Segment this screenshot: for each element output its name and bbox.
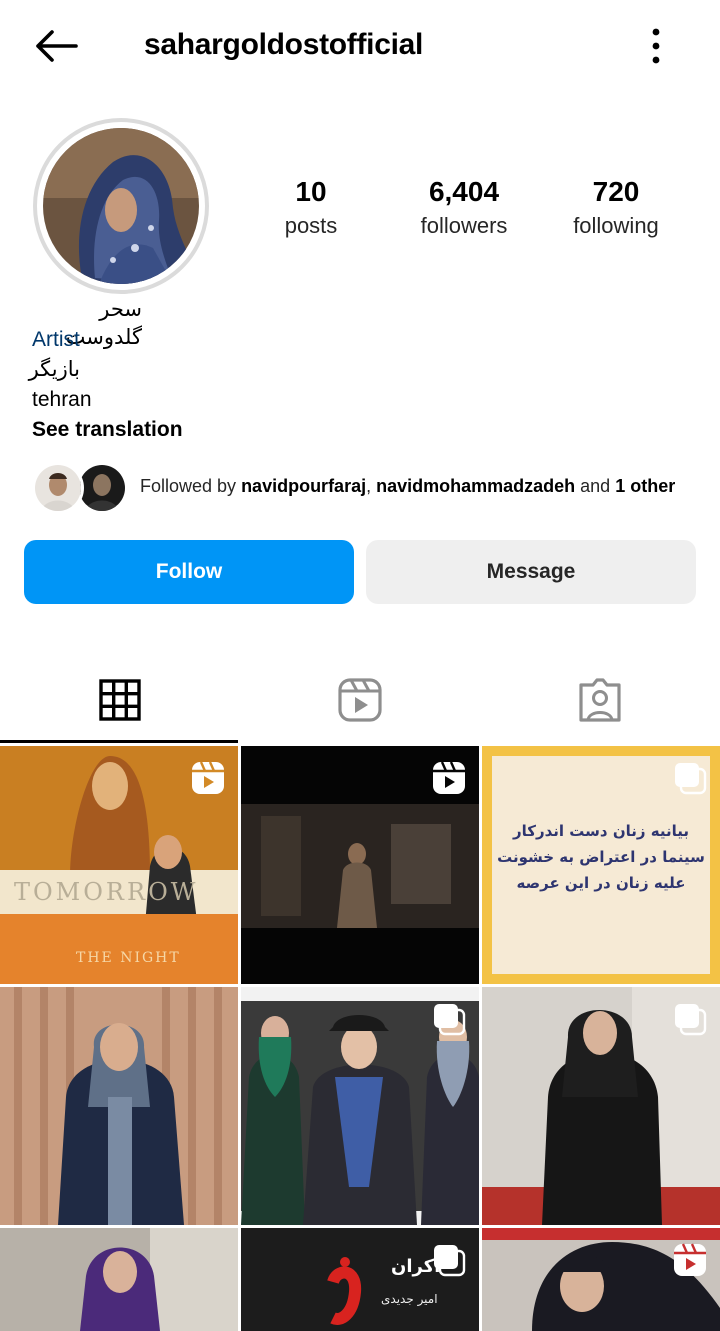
posts-count: 10 [295,176,327,207]
profile-avatar-ring[interactable] [33,118,209,294]
following-count: 720 [592,176,640,207]
tagged-icon [579,678,621,722]
followers-count: 6,404 [428,176,500,207]
follower-avatar [32,462,84,514]
followed-by-and: and [575,476,616,496]
post-overlay-title: TOMORROW [14,878,199,906]
post-tile[interactable]: بیانیه زنان دست اندرکار سینما در اعتراض … [482,746,720,984]
post-tile[interactable] [482,987,720,1225]
carousel-icon [434,1245,466,1277]
bio-location: tehran [32,388,92,411]
profile-tabs [0,656,720,744]
mutual-user-link[interactable]: navidpourfaraj [241,476,366,496]
more-options-button[interactable] [640,26,672,66]
top-bar: sahargoldostofficial [0,0,720,92]
post-tile[interactable] [241,746,479,984]
following-label: following [573,213,659,238]
reels-icon [433,761,465,794]
post-text-line: بیانیه زنان دست اندرکار [512,822,689,840]
reels-icon [674,1243,706,1276]
tab-tagged[interactable] [480,656,720,744]
message-button[interactable]: Message [366,540,696,604]
post-tile[interactable]: اکران امیر جدیدی [241,1228,479,1331]
mutual-others-link[interactable]: 1 other [615,476,675,496]
grid-icon [99,679,141,721]
followers-label: followers [420,213,508,238]
followed-by-prefix: Followed by [140,476,242,496]
profile-category: Artist [32,328,80,351]
post-tile[interactable]: TOMORROW THE NIGHT [0,746,238,984]
post-tile[interactable] [0,987,238,1225]
carousel-icon [675,1004,707,1036]
carousel-icon [675,763,707,795]
profile-avatar[interactable] [43,128,199,284]
followed-by-row[interactable]: Followed by navidpourfaraj, navidmohamma… [32,460,692,516]
stat-posts[interactable]: 10 posts [226,176,396,240]
post-tile[interactable] [0,1228,238,1331]
post-text-line: علیه زنان در این عرصه [516,874,686,892]
tab-reels[interactable] [240,656,480,744]
post-text-block: بیانیه زنان دست اندرکار سینما در اعتراض … [492,818,710,896]
followed-by-separator: , [366,476,377,496]
profile-username: sahargoldostofficial [144,28,424,61]
post-tile[interactable] [241,987,479,1225]
posts-label: posts [284,213,338,238]
more-vertical-icon [652,28,660,64]
arrow-left-icon [36,30,78,62]
follow-button[interactable]: Follow [24,540,354,604]
post-overlay-subtitle: امیر جدیدی [381,1292,438,1306]
mutual-user-link[interactable]: navidmohammadzadeh [376,476,575,496]
see-translation-link[interactable]: See translation [32,416,183,444]
reels-icon [192,761,224,794]
post-text-line: سینما در اعتراض به خشونت [497,848,705,866]
post-tile[interactable] [482,1228,720,1331]
followed-by-text: Followed by navidpourfaraj, navidmohamma… [140,476,692,497]
stat-following[interactable]: 720 following [531,176,701,240]
stat-followers[interactable]: 6,404 followers [379,176,549,240]
tab-posts-grid[interactable] [0,656,240,744]
reels-icon [338,678,382,722]
carousel-icon [434,1004,466,1036]
back-button[interactable] [30,26,82,66]
post-overlay-subtitle: THE NIGHT [76,950,181,966]
active-tab-indicator [0,740,238,743]
bio-line: بازیگر [28,358,80,381]
